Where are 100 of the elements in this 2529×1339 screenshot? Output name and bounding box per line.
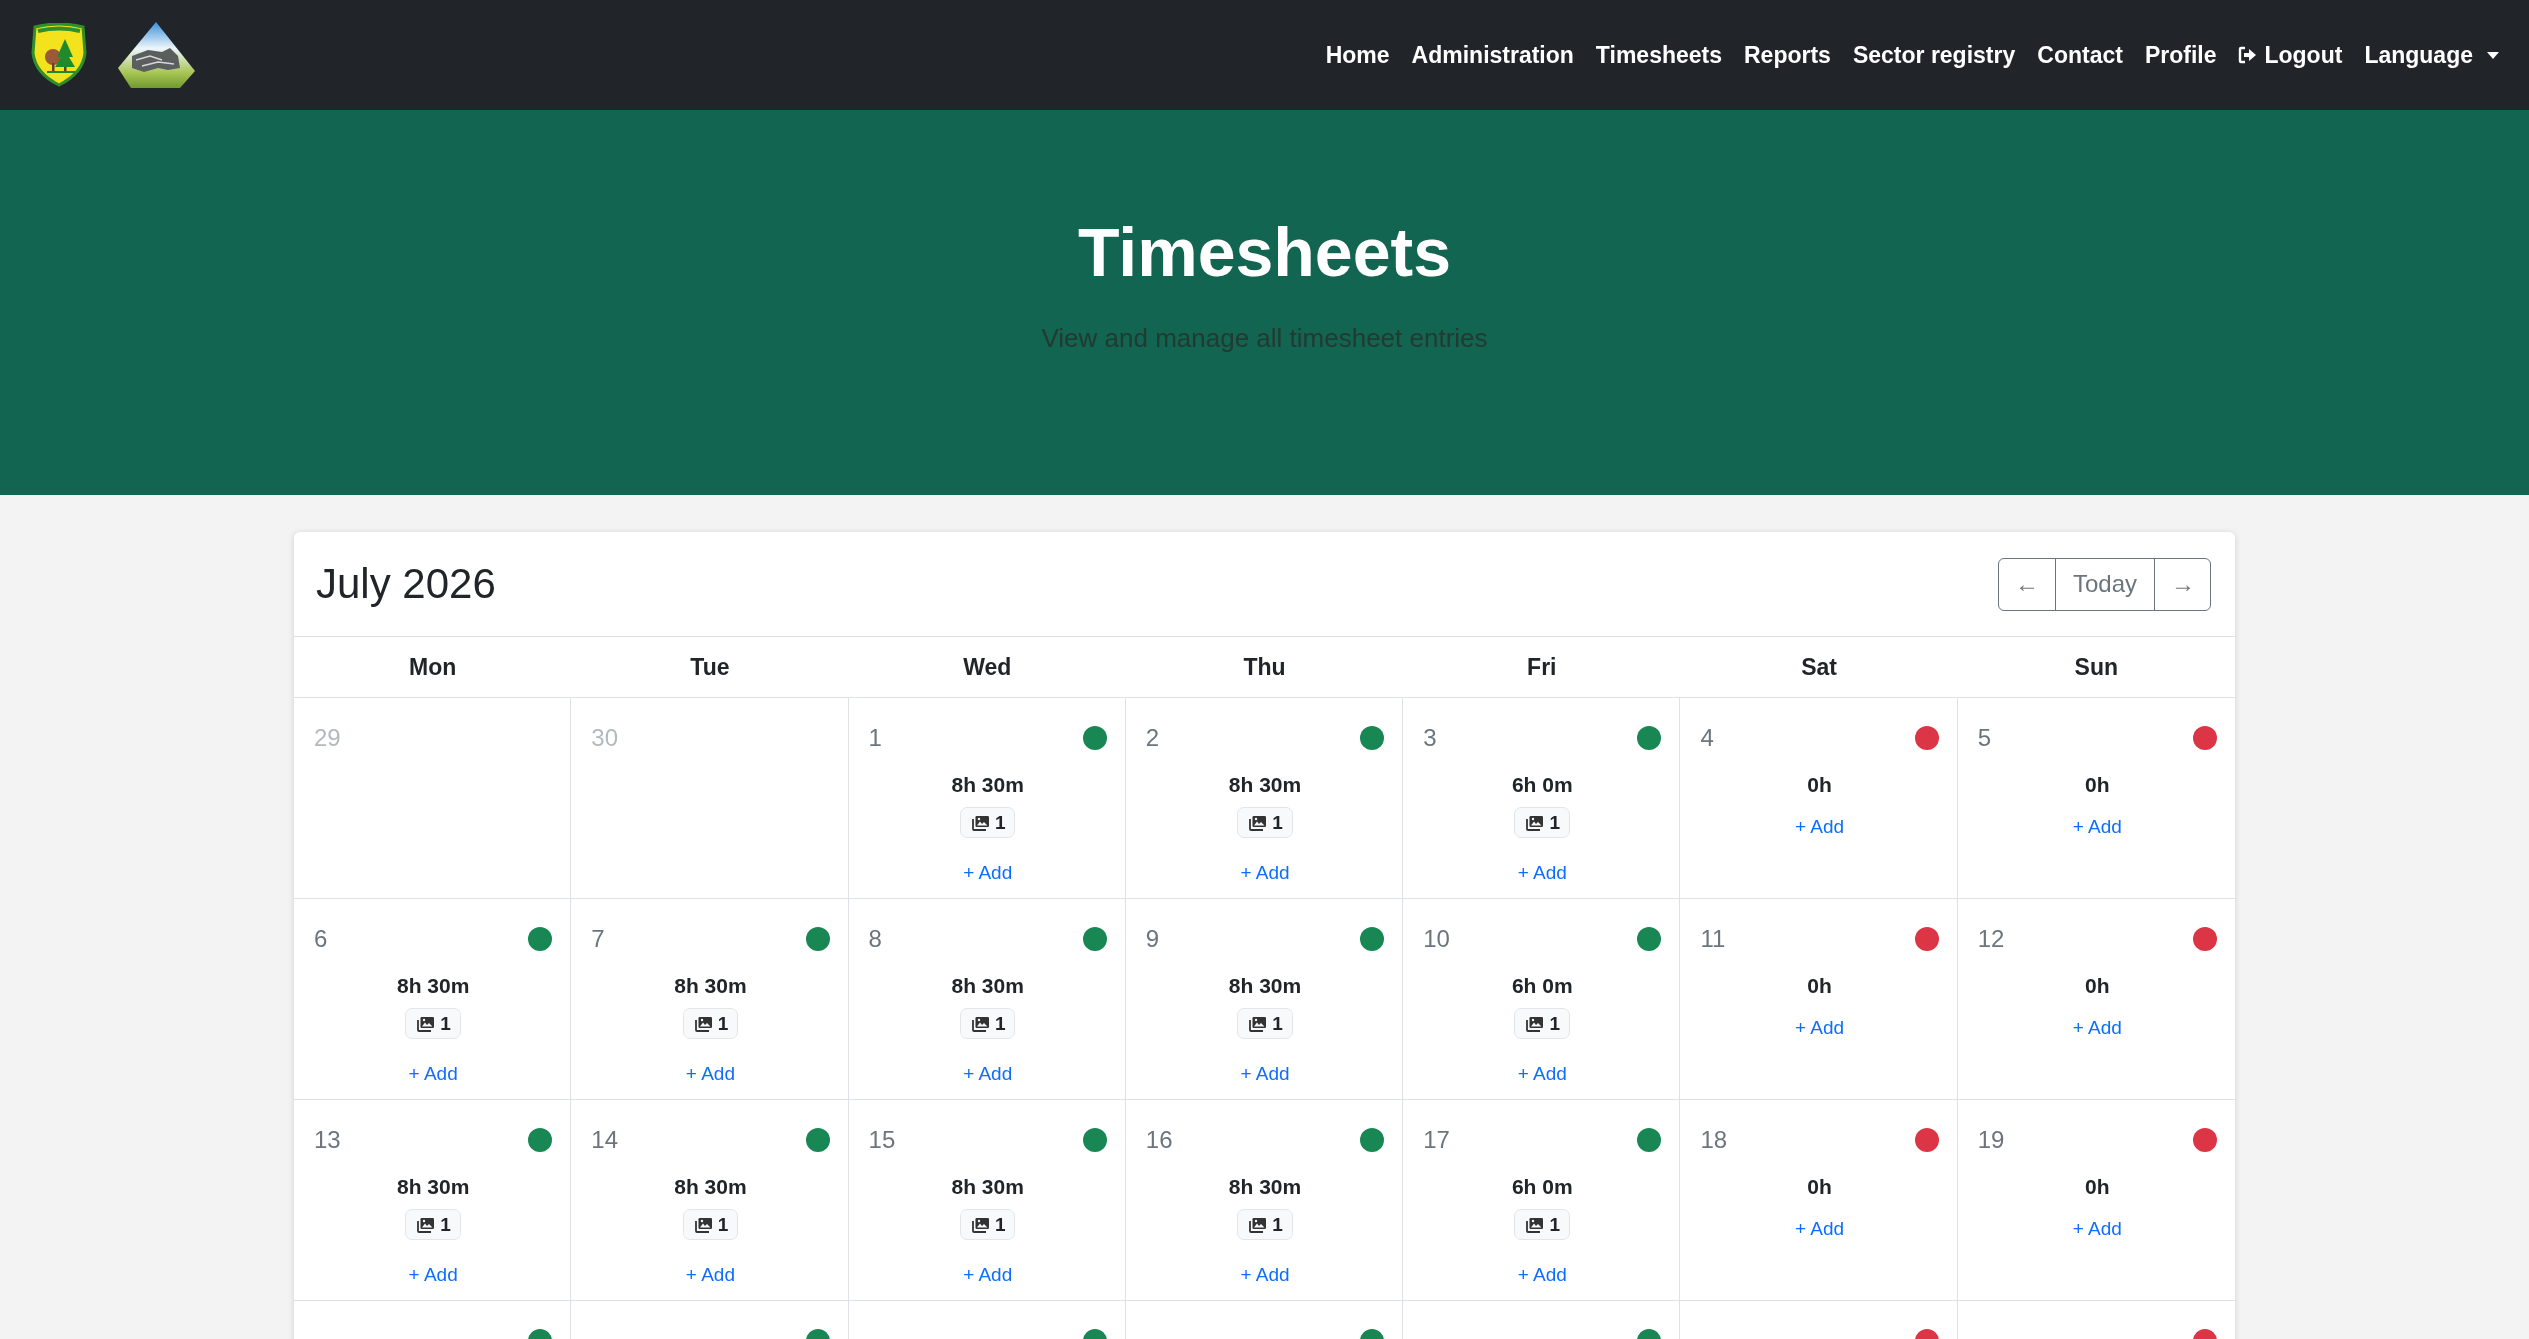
add-entry-link[interactable]: + Add [685, 1262, 735, 1288]
day-number: 12 [1977, 925, 2005, 953]
caret-icon [2487, 51, 2499, 59]
nav-link[interactable]: Profile [2144, 41, 2217, 69]
day-number: 18 [1700, 1126, 1728, 1154]
nav-link[interactable]: Sector registry [1852, 41, 2016, 69]
images-icon [1524, 1216, 1545, 1233]
weekday-header: Sun [2074, 653, 2119, 681]
photo-count: 1 [717, 1213, 729, 1236]
weekday-header: Sat [1801, 653, 1837, 681]
add-entry-link[interactable]: + Add [2072, 1216, 2122, 1242]
day-number: 29 [314, 724, 341, 752]
images-icon [969, 1216, 990, 1233]
images-icon [1247, 1015, 1268, 1032]
hours-total: 0h [1807, 1174, 1832, 1200]
add-entry-link[interactable]: + Add [685, 1061, 735, 1087]
day-number: 15 [868, 1126, 896, 1154]
hours-total: 0h [2085, 1174, 2110, 1200]
images-icon [1524, 814, 1545, 831]
add-entry-link[interactable]: + Add [1517, 1262, 1567, 1288]
photo-count: 1 [1549, 811, 1561, 834]
day-number: 4 [1700, 724, 1714, 752]
add-entry-link[interactable]: + Add [408, 1262, 458, 1288]
day-number: 8 [868, 925, 882, 953]
day-number: 30 [591, 724, 618, 752]
page-title: Timesheets [1078, 213, 1451, 292]
day-number: 1 [868, 724, 882, 752]
hours-total: 8h 30m [1228, 772, 1302, 798]
images-icon [969, 1015, 990, 1032]
photo-count: 1 [994, 811, 1006, 834]
images-icon [1247, 1216, 1268, 1233]
mountain-logo[interactable] [118, 22, 196, 88]
hours-total: 8h 30m [396, 1174, 470, 1200]
hours-total: 8h 30m [674, 973, 747, 999]
day-number: 3 [1423, 724, 1437, 752]
day-number: 14 [591, 1126, 618, 1154]
photo-count: 1 [1549, 1213, 1561, 1236]
hours-total: 0h [2085, 772, 2110, 798]
photo-count: 1 [440, 1012, 451, 1035]
images-icon [969, 814, 990, 831]
hours-total: 6h 0m [1511, 1174, 1573, 1200]
shield-logo[interactable] [29, 23, 89, 87]
add-entry-link[interactable]: + Add [1517, 860, 1567, 886]
day-number: 5 [1977, 724, 1992, 752]
day-number: 6 [314, 925, 328, 953]
add-entry-link[interactable]: + Add [2072, 814, 2122, 840]
weekday-header: Fri [1527, 653, 1557, 681]
hours-total: 6h 0m [1511, 973, 1573, 999]
day-number: 11 [1700, 925, 1726, 953]
weekday-header: Mon [409, 653, 457, 681]
add-entry-link[interactable]: + Add [1795, 814, 1845, 840]
hours-total: 0h [1807, 973, 1832, 999]
month-title: July 2026 [316, 560, 496, 608]
photo-count: 1 [717, 1012, 729, 1035]
photo-count: 1 [440, 1213, 451, 1236]
images-icon [692, 1216, 713, 1233]
photo-count: 1 [994, 1012, 1006, 1035]
hours-total: 0h [2085, 973, 2110, 999]
add-entry-link[interactable]: + Add [1517, 1061, 1567, 1087]
add-entry-link[interactable]: + Add [1240, 1262, 1290, 1288]
add-entry-link[interactable]: + Add [2072, 1015, 2122, 1041]
weekday-header: Wed [963, 653, 1012, 681]
today-button[interactable]: Today [2055, 557, 2155, 611]
day-number: 13 [314, 1126, 341, 1154]
day-number: 10 [1423, 925, 1450, 953]
language-dropdown[interactable]: Language [2364, 41, 2499, 69]
add-entry-link[interactable]: + Add [1795, 1216, 1845, 1242]
day-number: 16 [1145, 1126, 1173, 1154]
images-icon [415, 1216, 436, 1233]
hours-total: 8h 30m [1228, 973, 1302, 999]
add-entry-link[interactable]: + Add [963, 1061, 1013, 1087]
add-entry-link[interactable]: + Add [963, 860, 1013, 886]
nav-link[interactable]: Home [1325, 41, 1390, 69]
nav-link[interactable]: Reports [1744, 41, 1831, 69]
photo-count: 1 [1272, 1012, 1283, 1035]
hours-total: 8h 30m [951, 772, 1024, 798]
day-number: 7 [591, 925, 605, 953]
day-number: 19 [1977, 1126, 2005, 1154]
nav-link[interactable]: Contact [2037, 41, 2123, 69]
add-entry-link[interactable]: + Add [1240, 860, 1290, 886]
logout-link[interactable]: Logout [2238, 41, 2343, 69]
weekday-header: Tue [690, 653, 730, 681]
add-entry-link[interactable]: + Add [1240, 1061, 1290, 1087]
day-number: 9 [1145, 925, 1160, 953]
weekday-header: Thu [1243, 653, 1286, 681]
images-icon [692, 1015, 713, 1032]
next-month-button[interactable]: → [2154, 557, 2211, 611]
add-entry-link[interactable]: + Add [963, 1262, 1013, 1288]
add-entry-link[interactable]: + Add [408, 1061, 458, 1087]
photo-count: 1 [994, 1213, 1006, 1236]
nav-link[interactable]: Timesheets [1595, 41, 1722, 69]
photo-count: 1 [1549, 1012, 1561, 1035]
images-icon [415, 1015, 436, 1032]
hours-total: 6h 0m [1511, 772, 1573, 798]
nav-link[interactable]: Administration [1411, 41, 1574, 69]
add-entry-link[interactable]: + Add [1795, 1015, 1845, 1041]
hours-total: 0h [1807, 772, 1832, 798]
hours-total: 8h 30m [1228, 1174, 1302, 1200]
hours-total: 8h 30m [396, 973, 470, 999]
previous-month-button[interactable]: ← [1998, 557, 2056, 611]
